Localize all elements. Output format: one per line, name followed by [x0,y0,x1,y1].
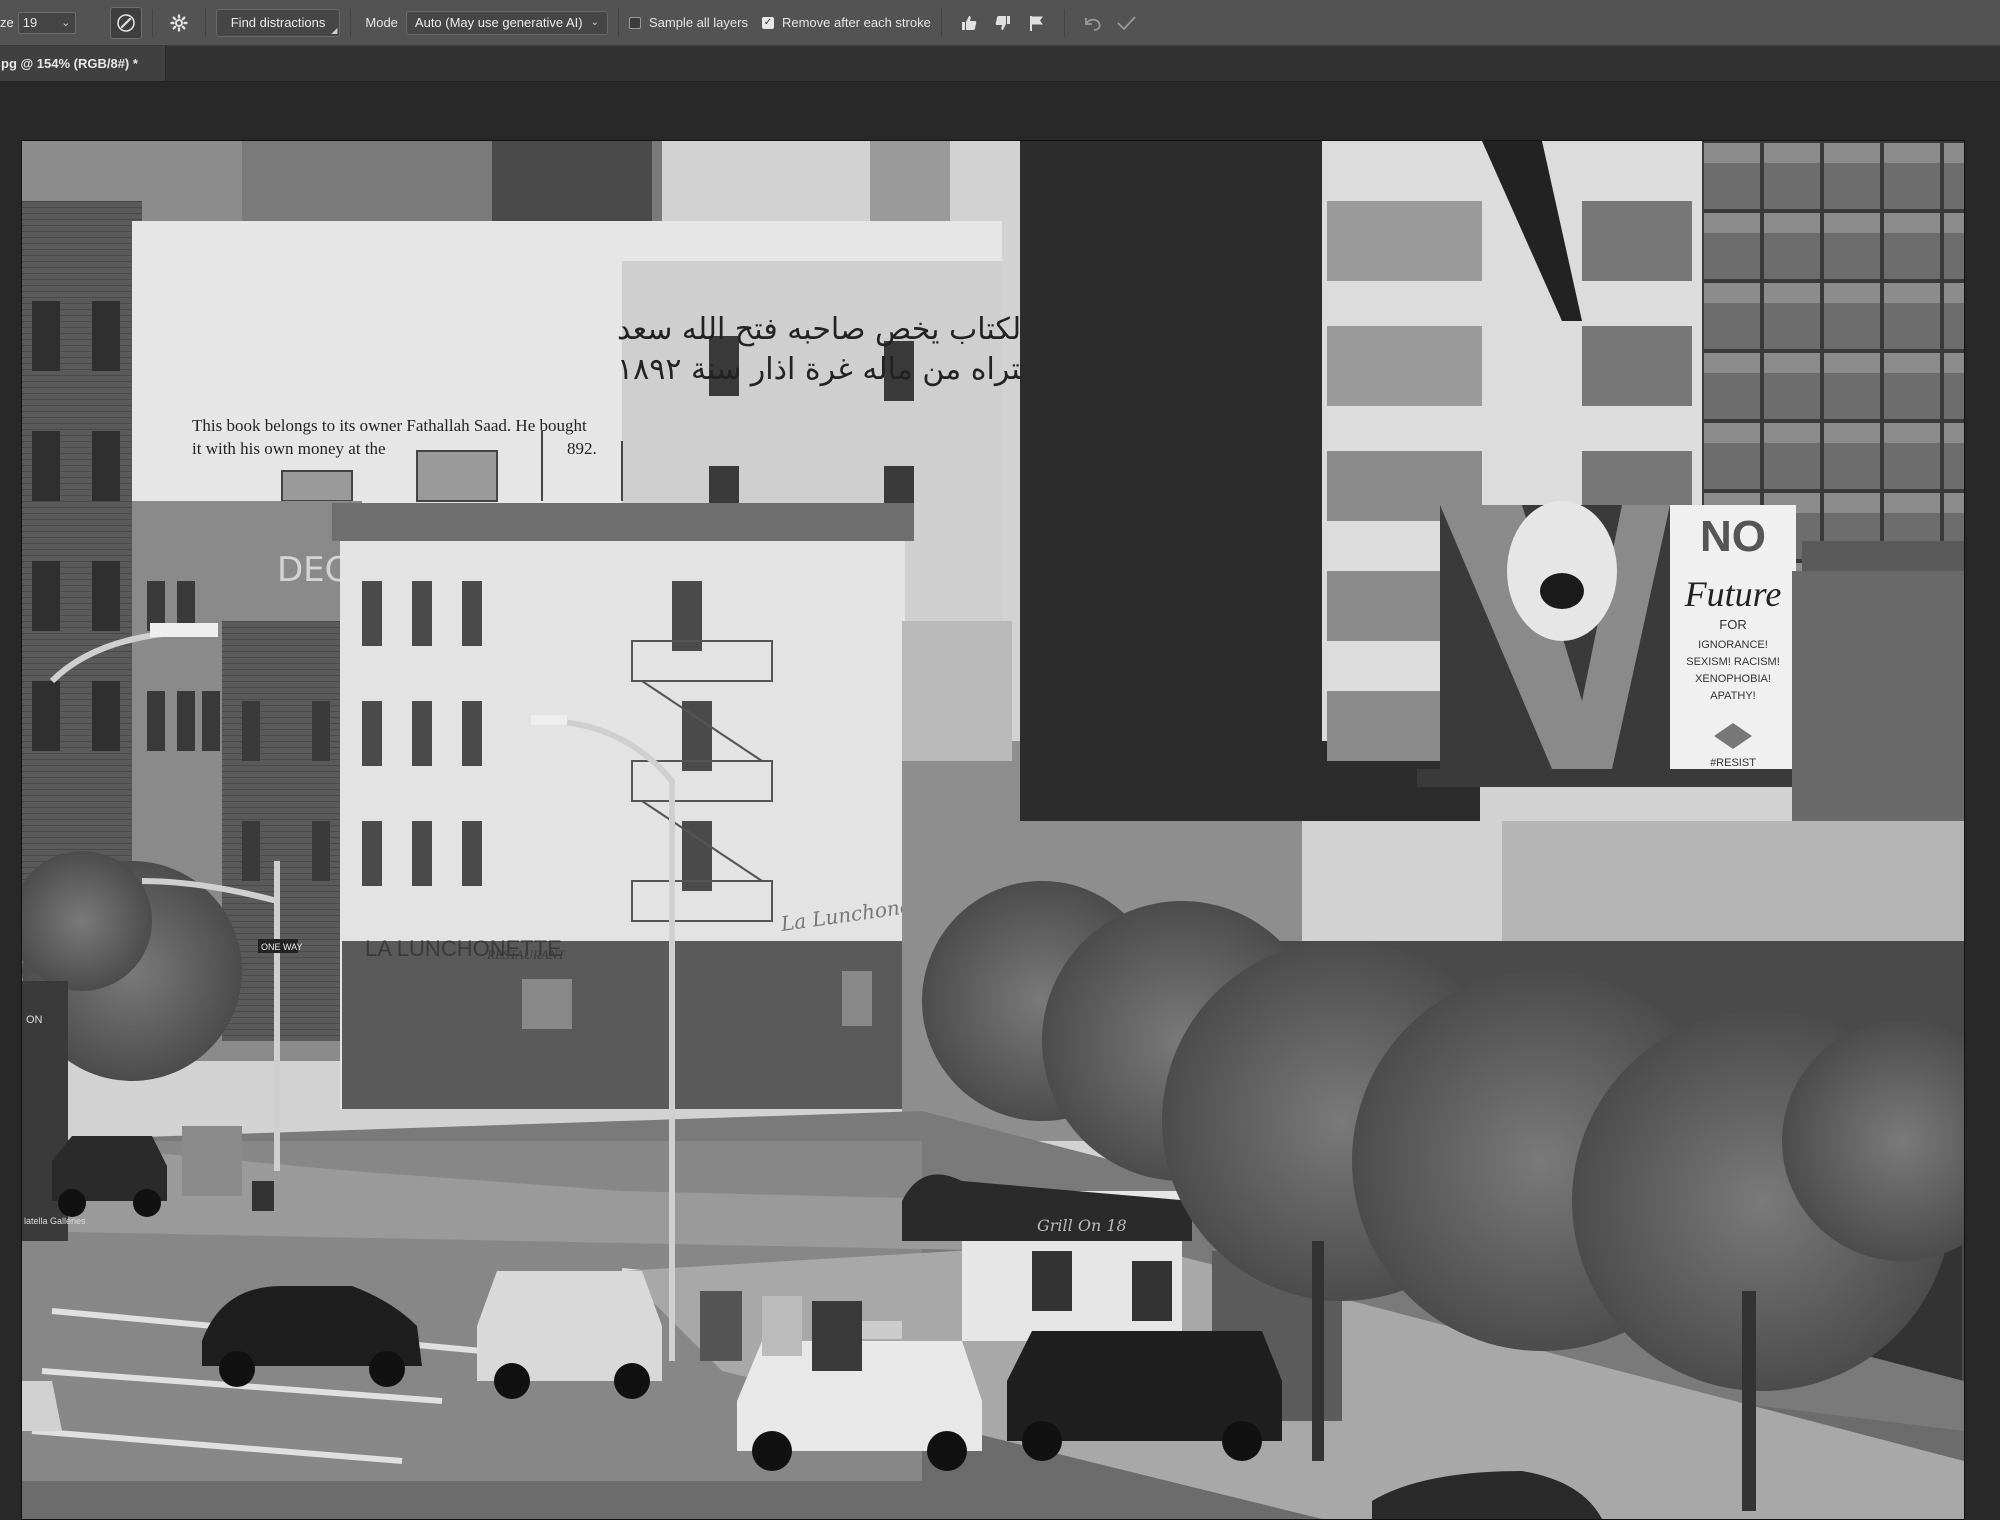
graffiti-text: DEC [277,550,348,590]
document-tab-title: pg @ 154% (RGB/8#) * [1,56,138,71]
flag-icon [1029,15,1043,31]
gear-icon [170,13,188,32]
remove-after-stroke-option[interactable]: ✓ Remove after each stroke [761,15,931,30]
street-photo: هذا الكتاب يخص صاحبه فتح الله سعد اشتراه… [22,141,1964,1519]
document-tab[interactable]: pg @ 154% (RGB/8#) * [0,46,166,81]
mode-select-value: Auto (May use generative AI) [414,15,583,30]
sample-all-layers-checkbox[interactable] [628,16,641,29]
document-tab-bar: pg @ 154% (RGB/8#) * [0,46,2000,82]
cancel-button[interactable] [1075,7,1109,39]
billboard-line4: APATHY! [1710,690,1755,702]
separator [151,8,153,37]
remove-after-stroke-checkbox[interactable]: ✓ [761,16,774,29]
find-distractions-button[interactable]: Find distractions ◢ [215,8,341,37]
mode-select[interactable]: Auto (May use generative AI) ⌄ [405,10,608,35]
separator [350,8,352,37]
ivy-wall [1792,571,1964,821]
sample-all-layers-option[interactable]: Sample all layers [628,15,748,30]
lamp-head [150,623,218,637]
grill-awning-sign: Grill On 18 [1037,1216,1127,1235]
billboard: NO Future FOR IGNORANCE! SEXISM! RACISM!… [1417,501,1837,787]
restaurant-sign: RESTAURANT [486,947,566,962]
mural-english-line1: This book belongs to its owner Fathallah… [192,416,587,435]
billboard-no: NO [1700,512,1766,561]
banner-top-text: ON [26,1014,43,1026]
find-distractions-label: Find distractions [230,15,326,30]
options-bar: ze ⌄ Find distractions ◢ Mode Auto (May … [0,0,2000,46]
mural-year-fragment: 892. [567,439,597,458]
thumbs-down-button[interactable] [986,7,1020,39]
low-roof [1502,821,1964,941]
size-dropdown-chevron-icon[interactable]: ⌄ [56,12,76,34]
billboard-hashtag: #RESIST [1710,757,1756,769]
mural-english-line2: it with his own money at the [192,439,386,458]
sample-all-layers-label: Sample all layers [648,15,748,30]
brush-mode-button[interactable] [109,6,142,39]
remove-after-stroke-label: Remove after each stroke [781,15,931,30]
lamp-head [531,715,567,725]
brush-circle-icon [116,13,135,32]
dropdown-corner-icon: ◢ [331,25,338,35]
billboard-line1: IGNORANCE! [1698,639,1768,651]
billboard-for: FOR [1719,617,1746,632]
document-image[interactable]: هذا الكتاب يخص صاحبه فتح الله سعد اشتراه… [21,140,1965,1520]
mural-arabic-line2: اشتراه من ماله غرة اذار سنة ١٨٩٢ [617,352,1054,387]
separator [617,8,619,37]
settings-button[interactable] [163,7,195,39]
mural-arabic-line1: هذا الكتاب يخص صاحبه فتح الله سعد [617,312,1079,347]
size-label: ze [0,15,14,30]
thumbs-down-icon [995,15,1010,30]
billboard-line2: SEXISM! RACISM! [1686,656,1780,668]
thumbs-up-icon [961,15,977,30]
separator [204,8,206,37]
canvas-area[interactable]: هذا الكتاب يخص صاحبه فتح الله سعد اشتراه… [0,82,2000,1520]
separator [940,8,942,37]
chevron-down-icon: ⌄ [590,17,599,28]
thumbs-up-button[interactable] [952,7,986,39]
street-sign: ONE WAY [261,942,303,952]
undo-icon [1084,17,1101,31]
report-button[interactable] [1020,7,1054,39]
commit-button[interactable] [1109,7,1143,39]
billboard-line3: XENOPHOBIA! [1695,673,1771,685]
separator [1063,8,1065,37]
checkmark-icon [1117,15,1136,30]
mode-label: Mode [365,15,398,30]
banner-bottom-text: latella Galleries [24,1216,86,1226]
billboard-future: Future [1684,574,1782,614]
